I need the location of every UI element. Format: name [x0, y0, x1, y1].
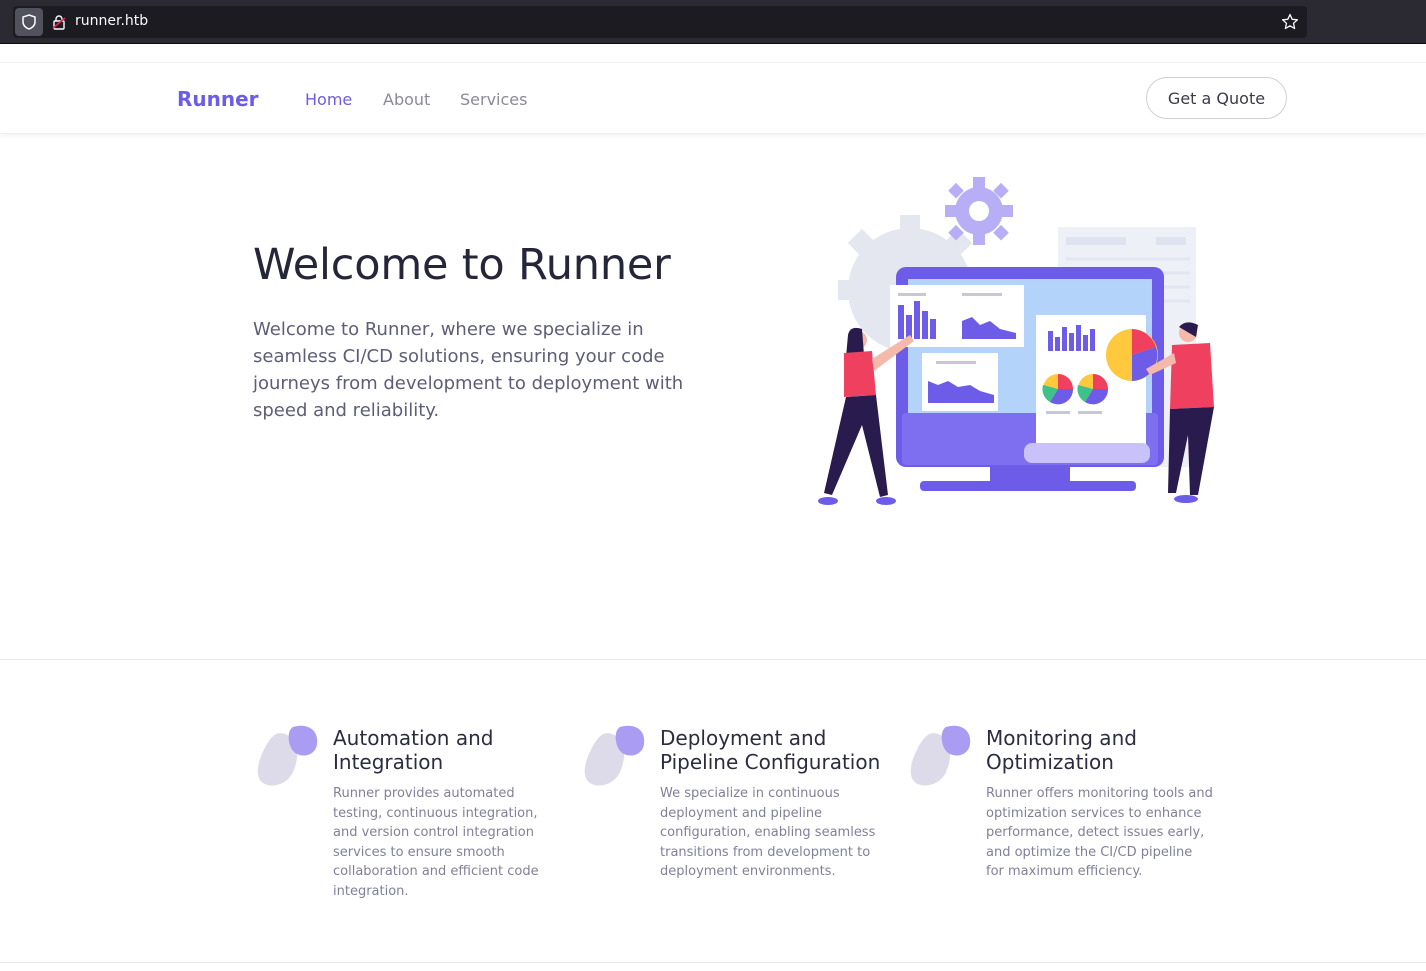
section-divider: [0, 962, 1426, 963]
shield-icon[interactable]: [15, 8, 43, 36]
nav-link-about[interactable]: About: [383, 90, 430, 109]
section-divider: [0, 659, 1426, 660]
bookmark-star-icon[interactable]: [1281, 13, 1299, 31]
hero-illustration: [810, 175, 1230, 515]
lock-icon[interactable]: [51, 14, 67, 30]
url-text[interactable]: runner.htb: [75, 13, 148, 29]
address-bar[interactable]: runner.htb: [13, 6, 1307, 38]
blob-icon: [257, 724, 321, 790]
nav-link-home[interactable]: Home: [305, 90, 352, 109]
feature-description: Runner offers monitoring tools and optim…: [986, 786, 1213, 879]
blob-icon: [584, 724, 648, 790]
feature-title: Automation and Integration: [333, 726, 494, 774]
feature-title: Deployment and Pipeline Configuration: [660, 726, 881, 774]
brand-logo[interactable]: Runner: [177, 87, 259, 111]
browser-toolbar: runner.htb: [0, 0, 1426, 44]
feature-title: Monitoring and Optimization: [986, 726, 1137, 774]
hero-description: Welcome to Runner, where we specialize i…: [253, 319, 684, 421]
blob-icon: [910, 724, 974, 790]
site-navbar: Runner Home About Services Get a Quote: [0, 62, 1426, 134]
feature-description: Runner provides automated testing, conti…: [333, 786, 539, 899]
get-a-quote-button[interactable]: Get a Quote: [1146, 77, 1287, 119]
hero-title: Welcome to Runner: [253, 240, 671, 290]
feature-description: We specialize in continuous deployment a…: [660, 786, 876, 879]
nav-link-services[interactable]: Services: [460, 90, 527, 109]
